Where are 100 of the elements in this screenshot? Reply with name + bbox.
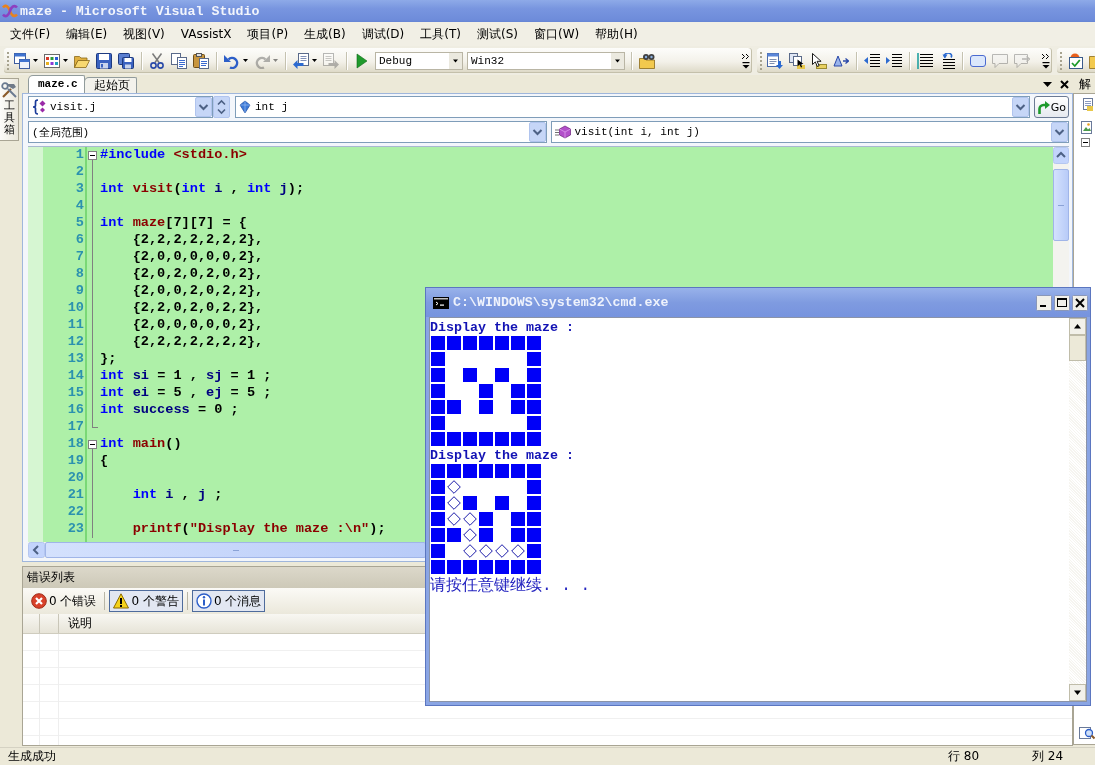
errors-button[interactable]: 0 个错误: [27, 590, 101, 612]
rounded-rectangle-icon[interactable]: [970, 52, 986, 69]
warnings-button[interactable]: 0 个警告: [109, 590, 183, 612]
scrollbar-thumb[interactable]: [45, 542, 426, 558]
indent-icon[interactable]: [886, 52, 902, 69]
lines-cube-icon: [554, 125, 571, 139]
path-diamond: [495, 544, 509, 558]
undo-icon[interactable]: [224, 52, 240, 69]
code-line: int i , j ;: [131, 487, 223, 504]
document-icon[interactable]: [1083, 98, 1093, 111]
wall-block: [463, 368, 477, 382]
paste-icon[interactable]: [193, 52, 209, 69]
folder-binoculars-icon[interactable]: [639, 52, 655, 69]
line-number: 9: [75, 283, 84, 298]
picture-file-icon[interactable]: [1081, 121, 1092, 134]
wall-block: [463, 560, 477, 574]
menu-item[interactable]: 视图(V): [115, 25, 173, 43]
wall-block: [511, 432, 525, 446]
cut-icon[interactable]: [149, 52, 165, 69]
wall-block: [527, 432, 541, 446]
chevron-down-icon[interactable]: [1011, 97, 1029, 117]
save-all-icon[interactable]: [118, 52, 134, 69]
line-number: 7: [75, 249, 84, 264]
collapse-icon[interactable]: [88, 440, 97, 449]
magnifier-document-icon[interactable]: [1079, 725, 1095, 741]
console-text: Display the maze :: [430, 320, 574, 335]
function-dropdown[interactable]: visit(int i, int j): [550, 121, 1069, 143]
menu-item[interactable]: 编辑(E): [58, 25, 116, 43]
code-line: int visit(int i , int j);: [99, 181, 305, 198]
wall-block: [431, 544, 445, 558]
close-icon[interactable]: [1060, 79, 1069, 89]
line-number: 15: [67, 385, 84, 400]
copy-icon[interactable]: [171, 52, 187, 69]
document-tab[interactable]: 起始页: [83, 77, 137, 93]
caret-icon[interactable]: [243, 59, 248, 62]
platform-dropdown[interactable]: Win32: [467, 51, 625, 70]
class-dropdown[interactable]: visit.j: [28, 96, 213, 118]
up-down-arrows-icon[interactable]: [213, 96, 230, 118]
chevron-down-icon[interactable]: [195, 97, 212, 117]
wall-block: [527, 496, 541, 510]
cursor-icon[interactable]: [811, 52, 827, 69]
menu-item[interactable]: 调试(D): [353, 25, 413, 43]
configuration-dropdown[interactable]: Debug: [375, 51, 463, 70]
chevron-down-icon[interactable]: [528, 122, 546, 142]
wall-block: [479, 464, 493, 478]
wall-block: [463, 464, 477, 478]
wall-block: [511, 464, 525, 478]
column-header[interactable]: 说明: [68, 615, 92, 632]
menu-item[interactable]: 测试(S): [469, 25, 526, 43]
lines-icon[interactable]: [917, 52, 933, 69]
arrow-left-icon[interactable]: [28, 542, 45, 558]
double-chevron-icon[interactable]: [741, 51, 750, 70]
path-diamond: [463, 544, 477, 558]
member-dropdown[interactable]: int j: [235, 96, 1030, 118]
caret-icon[interactable]: [63, 59, 68, 62]
wall-block: [511, 336, 525, 350]
brace-diamonds-icon: [32, 99, 46, 115]
window-arrow-icon[interactable]: [767, 52, 783, 69]
caret-icon[interactable]: [33, 59, 38, 62]
scrollbar-thumb[interactable]: [1069, 335, 1086, 361]
menu-item[interactable]: 项目(P): [239, 25, 297, 43]
minimize-icon[interactable]: [1036, 294, 1052, 311]
messages-button[interactable]: 0 个消息: [191, 590, 266, 612]
menu-item[interactable]: 帮助(H): [587, 25, 646, 43]
code-line: {2,0,0,2,0,2,2},: [131, 283, 264, 300]
scrollbar-thumb[interactable]: [1053, 169, 1069, 241]
caret-icon[interactable]: [312, 59, 317, 62]
double-chevron-icon[interactable]: [1041, 51, 1050, 70]
documents-cursor-icon[interactable]: [789, 52, 805, 69]
menu-item[interactable]: 文件(F): [2, 25, 59, 43]
menu-item[interactable]: 生成(B): [296, 25, 354, 43]
toolbox-tab[interactable]: 工具箱: [0, 78, 19, 142]
line-number: 14: [67, 368, 84, 383]
outdent-icon[interactable]: [864, 52, 880, 69]
save-icon[interactable]: [96, 52, 112, 69]
arrow-up-icon[interactable]: [1069, 318, 1086, 335]
tools-icon: [1, 82, 17, 98]
color-grid-icon[interactable]: [44, 52, 60, 69]
caret-down-icon[interactable]: [1043, 81, 1052, 87]
document-arrow-left-icon[interactable]: [293, 52, 309, 69]
wall-block: [431, 480, 445, 494]
checklist-icon[interactable]: [1067, 52, 1083, 69]
menu-item[interactable]: 窗口(W): [526, 25, 588, 43]
logo-icon: [2, 3, 18, 19]
menu-item[interactable]: 工具(T): [412, 25, 469, 43]
windows-icon[interactable]: [14, 52, 30, 69]
document-tab[interactable]: maze.c: [28, 75, 85, 93]
maximize-icon[interactable]: [1054, 294, 1070, 311]
chevron-down-icon[interactable]: [1051, 122, 1068, 142]
collapse-icon[interactable]: [88, 151, 97, 160]
go-button[interactable]: Go: [1033, 96, 1069, 118]
line-number: 20: [67, 470, 84, 485]
close-icon[interactable]: [1072, 294, 1088, 311]
arrow-down-icon[interactable]: [1069, 684, 1086, 701]
play-icon[interactable]: [354, 52, 370, 69]
collapse-icon[interactable]: [1081, 138, 1090, 147]
scope-dropdown[interactable]: (全局范围): [28, 121, 547, 143]
menu-item[interactable]: VAssistX: [172, 25, 240, 43]
wall-block: [495, 560, 509, 574]
panel-title: 错误列表: [27, 569, 75, 586]
